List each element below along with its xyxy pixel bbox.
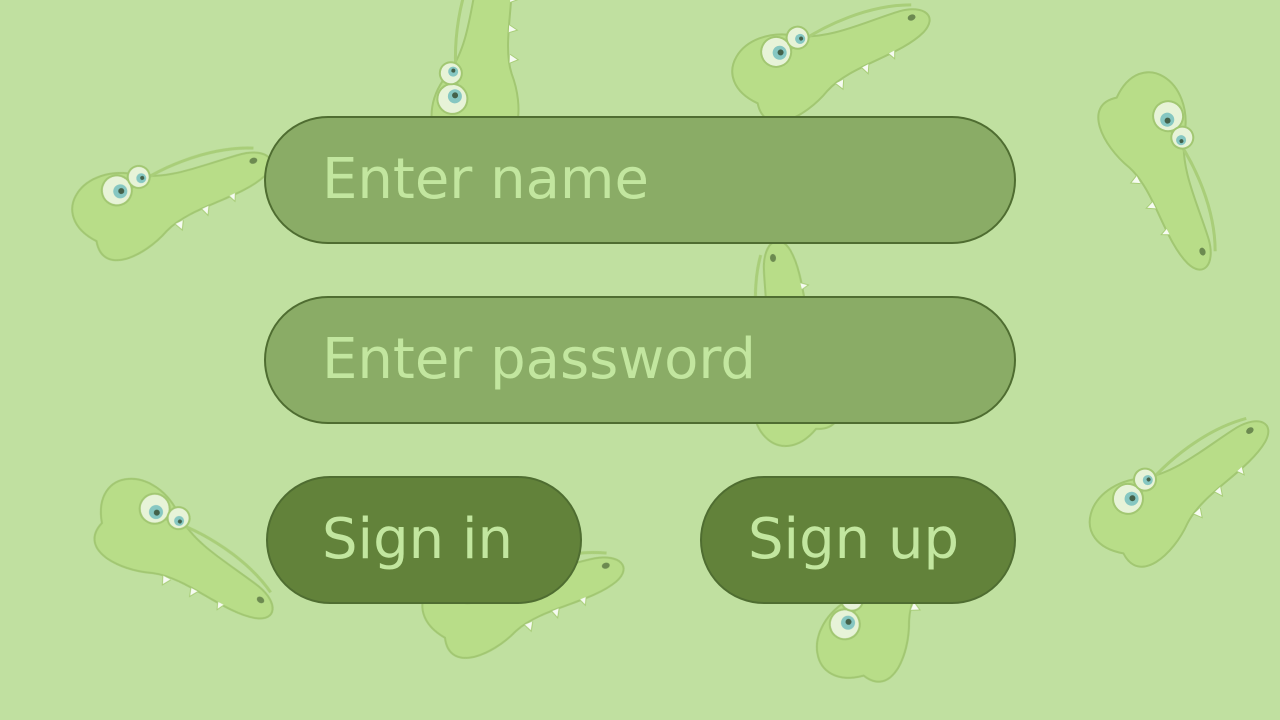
sign-in-button-label: Sign in: [322, 507, 513, 572]
name-input[interactable]: Enter name: [264, 116, 1016, 244]
sign-up-button-label: Sign up: [748, 507, 959, 572]
sign-in-button[interactable]: Sign in: [266, 476, 582, 604]
password-input-placeholder: Enter password: [322, 327, 756, 392]
sign-up-button[interactable]: Sign up: [700, 476, 1016, 604]
password-input[interactable]: Enter password: [264, 296, 1016, 424]
name-input-placeholder: Enter name: [322, 147, 649, 212]
login-screen: Enter name Enter password Sign in Sign u…: [0, 0, 1280, 720]
